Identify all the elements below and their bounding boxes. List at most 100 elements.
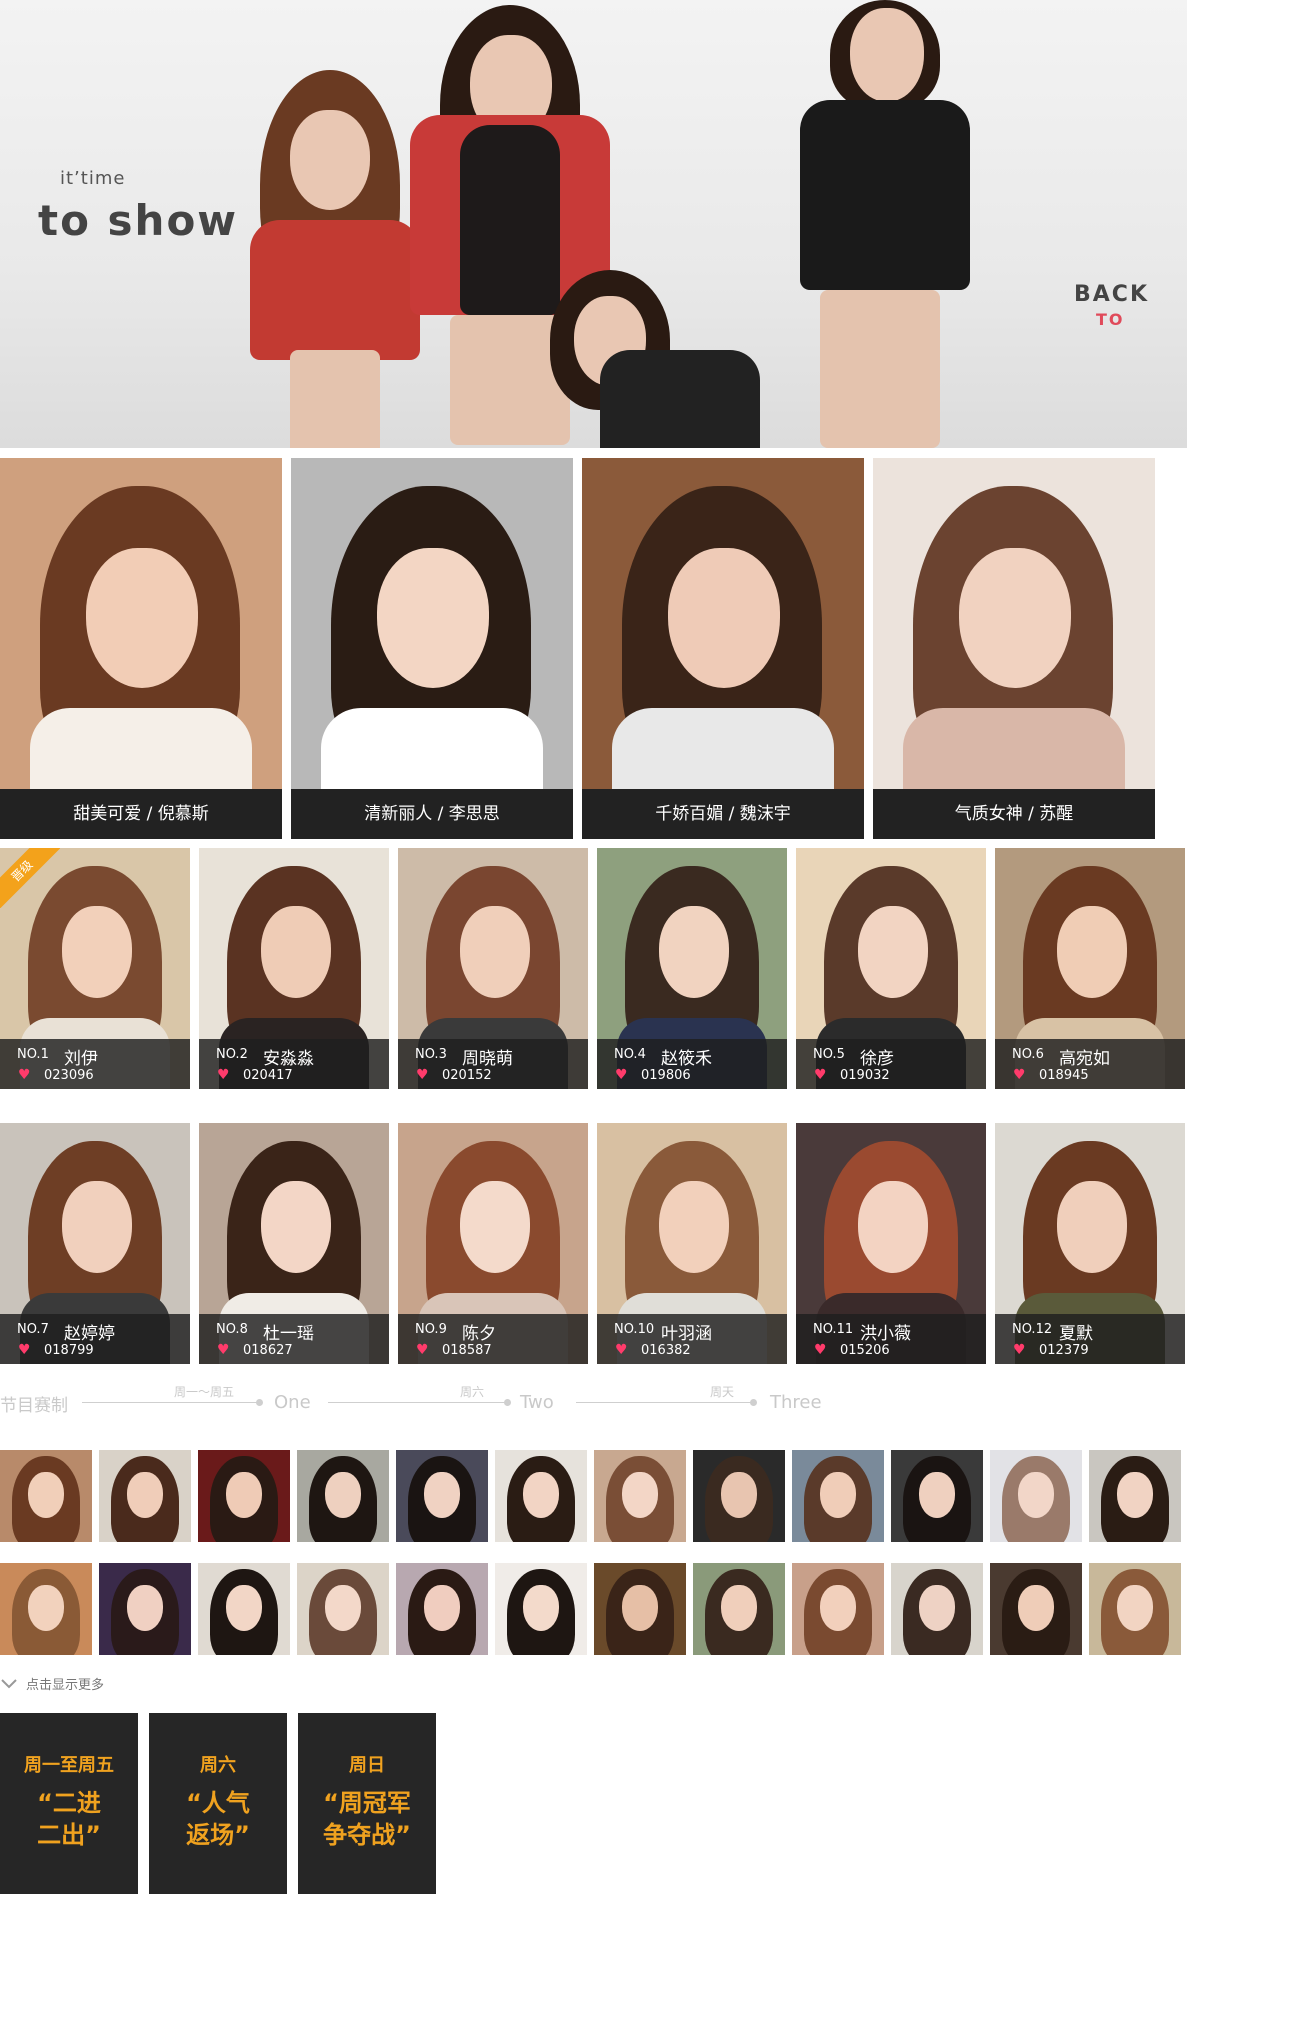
schedule-day: 周六: [200, 1755, 236, 1776]
contestant-thumbnail[interactable]: [1089, 1563, 1181, 1655]
contestant-thumbnail[interactable]: [0, 1450, 92, 1542]
contestant-info: NO.1 刘伊 ♥ 023096: [0, 1039, 190, 1089]
featured-photo: [0, 458, 282, 808]
contestant-card[interactable]: NO.9 陈夕 ♥ 018587: [398, 1123, 588, 1364]
contestant-thumbnail[interactable]: [792, 1563, 884, 1655]
heart-icon[interactable]: ♥: [1013, 1343, 1026, 1357]
back-link[interactable]: BACK: [1074, 282, 1149, 307]
contestant-info: NO.7 赵婷婷 ♥ 018799: [0, 1314, 190, 1364]
contestant-rank: NO.7: [17, 1322, 49, 1337]
timeline-day-3: 周天: [710, 1385, 735, 1399]
featured-caption: 气质女神 / 苏醒: [873, 789, 1155, 839]
contestant-thumbnail[interactable]: [99, 1563, 191, 1655]
featured-card[interactable]: 清新丽人 / 李思思: [291, 458, 573, 839]
contestant-card[interactable]: NO.4 赵筱禾 ♥ 019806: [597, 848, 787, 1089]
contestant-card[interactable]: NO.7 赵婷婷 ♥ 018799: [0, 1123, 190, 1364]
heart-icon[interactable]: ♥: [18, 1343, 31, 1357]
contestant-thumbnail[interactable]: [693, 1563, 785, 1655]
schedule-title-line-2: 争夺战”: [323, 1821, 411, 1849]
heart-icon[interactable]: ♥: [217, 1343, 230, 1357]
contestant-thumbnail[interactable]: [891, 1450, 983, 1542]
contestant-photo-face: [62, 1181, 132, 1273]
contestant-thumbnail[interactable]: [297, 1563, 389, 1655]
schedule-box[interactable]: 周六 “人气返场”: [149, 1713, 287, 1894]
thumbnail-face: [721, 1585, 757, 1631]
featured-photo: [291, 458, 573, 808]
thumbnail-face: [127, 1585, 163, 1631]
featured-photo-face: [668, 548, 780, 688]
to-link[interactable]: TO: [1096, 310, 1125, 329]
hero-model-3: [540, 270, 760, 448]
schedule-box[interactable]: 周日 “周冠军 争夺战”: [298, 1713, 436, 1894]
contestant-thumbnail[interactable]: [990, 1450, 1082, 1542]
contestant-card[interactable]: NO.1 刘伊 ♥ 023096 晋级: [0, 848, 190, 1089]
contestant-thumbnail[interactable]: [1089, 1450, 1181, 1542]
contestant-rank: NO.9: [415, 1322, 447, 1337]
thumbnail-face: [721, 1472, 757, 1518]
contestant-thumbnail[interactable]: [891, 1563, 983, 1655]
timeline-day-1: 周一～周五: [174, 1385, 235, 1399]
contestant-card[interactable]: NO.6 高宛如 ♥ 018945: [995, 848, 1185, 1089]
heart-icon[interactable]: ♥: [1013, 1068, 1026, 1082]
heart-icon[interactable]: ♥: [18, 1068, 31, 1082]
contestant-thumbnail[interactable]: [396, 1450, 488, 1542]
featured-caption: 清新丽人 / 李思思: [291, 789, 573, 839]
contestant-card[interactable]: NO.12 夏默 ♥ 012379: [995, 1123, 1185, 1364]
contestant-card[interactable]: NO.8 杜一瑶 ♥ 018627: [199, 1123, 389, 1364]
hero-subtitle: it’time: [60, 168, 126, 189]
featured-card[interactable]: 甜美可爱 / 倪慕斯: [0, 458, 282, 839]
contestant-thumbnail[interactable]: [0, 1563, 92, 1655]
heart-icon[interactable]: ♥: [814, 1068, 827, 1082]
contestant-card[interactable]: NO.5 徐彦 ♥ 019032: [796, 848, 986, 1089]
featured-photo-face: [959, 548, 1071, 688]
thumbnail-face: [523, 1585, 559, 1631]
contestant-name: 叶羽涵: [661, 1324, 712, 1344]
contestant-card[interactable]: NO.10 叶羽涵 ♥ 016382: [597, 1123, 787, 1364]
timeline-dot: [504, 1399, 511, 1406]
contestant-info: NO.10 叶羽涵 ♥ 016382: [597, 1314, 787, 1364]
contestant-photo-face: [858, 1181, 928, 1273]
contestant-thumbnail[interactable]: [198, 1450, 290, 1542]
schedule-day: 周日: [349, 1755, 385, 1776]
contestant-thumbnail[interactable]: [99, 1450, 191, 1542]
contestant-thumbnail[interactable]: [990, 1563, 1082, 1655]
heart-icon[interactable]: ♥: [416, 1343, 429, 1357]
contestant-thumbnail[interactable]: [594, 1563, 686, 1655]
contestant-name: 刘伊: [64, 1049, 98, 1069]
heart-icon[interactable]: ♥: [217, 1068, 230, 1082]
contestant-thumbnail[interactable]: [396, 1563, 488, 1655]
contestant-thumbnail[interactable]: [495, 1563, 587, 1655]
contestant-thumbnail[interactable]: [594, 1450, 686, 1542]
heart-icon[interactable]: ♥: [416, 1068, 429, 1082]
contestant-card[interactable]: NO.11 洪小薇 ♥ 015206: [796, 1123, 986, 1364]
thumbnail-face: [325, 1472, 361, 1518]
contestant-card[interactable]: NO.2 安淼淼 ♥ 020417: [199, 848, 389, 1089]
heart-icon[interactable]: ♥: [615, 1343, 628, 1357]
contestant-card[interactable]: NO.3 周晓萌 ♥ 020152: [398, 848, 588, 1089]
page: it’time to show BACK TO 甜美可爱 / 倪慕斯 清新丽人 /…: [0, 0, 1300, 2036]
vote-count: 012379: [1039, 1343, 1089, 1358]
heart-icon[interactable]: ♥: [814, 1343, 827, 1357]
schedule-box[interactable]: 周一至周五 “二进 二出”: [0, 1713, 138, 1894]
contestant-thumbnail[interactable]: [792, 1450, 884, 1542]
show-more-toggle[interactable]: 点击显示更多: [0, 1674, 104, 1693]
contestant-thumbnail[interactable]: [297, 1450, 389, 1542]
timeline-word-1: One: [274, 1392, 311, 1413]
featured-card[interactable]: 千娇百媚 / 魏沫宇: [582, 458, 864, 839]
chevron-down-icon: [1, 1678, 17, 1688]
featured-card[interactable]: 气质女神 / 苏醒: [873, 458, 1155, 839]
contestant-rank: NO.5: [813, 1047, 845, 1062]
schedule-title-line-2: 返场”: [186, 1821, 250, 1849]
timeline-line: [576, 1402, 754, 1403]
timeline-line: [82, 1402, 260, 1403]
contestant-info: NO.3 周晓萌 ♥ 020152: [398, 1039, 588, 1089]
schedule-title-line-1: “人气: [186, 1789, 250, 1817]
heart-icon[interactable]: ♥: [615, 1068, 628, 1082]
vote-count: 023096: [44, 1068, 94, 1083]
contestant-thumbnail[interactable]: [495, 1450, 587, 1542]
contestant-thumbnail[interactable]: [693, 1450, 785, 1542]
contestant-thumbnail[interactable]: [198, 1563, 290, 1655]
thumbnail-face: [622, 1585, 658, 1631]
thumbnail-face: [325, 1585, 361, 1631]
schedule-title-line-2: 二出”: [37, 1821, 101, 1849]
